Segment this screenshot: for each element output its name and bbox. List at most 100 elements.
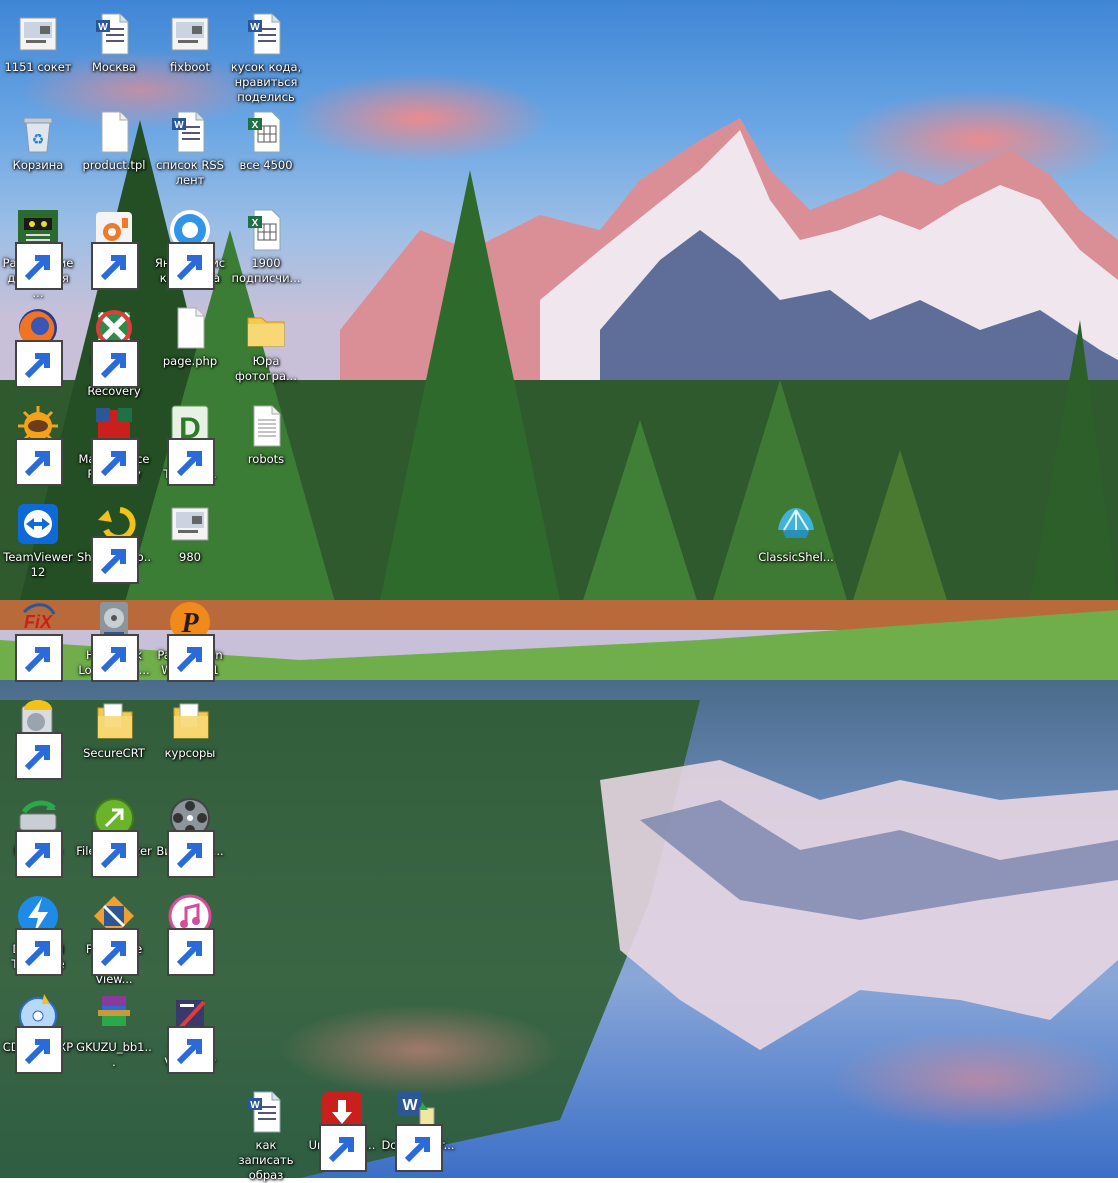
ummy-icon	[318, 1088, 367, 1172]
winrar-icon	[90, 990, 138, 1038]
shortcut-arrow-icon	[15, 634, 63, 682]
shortcut-arrow-icon	[167, 1026, 215, 1074]
desktop-icon-label: 1151 сокет	[4, 60, 72, 74]
desktop-icon[interactable]: Wсписок RSS лент	[152, 108, 228, 188]
shortcut-arrow-icon	[167, 830, 215, 878]
desktop-icon[interactable]: FastStone Image View...	[76, 892, 152, 987]
desktop-icon-label: 980	[179, 550, 201, 564]
desktop-icon[interactable]: курсоры	[152, 696, 228, 761]
desktop-icon[interactable]: W Москва	[76, 10, 152, 75]
desktop-icon-label: page.php	[162, 354, 218, 368]
itunes-icon	[166, 892, 215, 976]
desktop-icon[interactable]: SecureCRT	[76, 696, 152, 761]
shortcut-arrow-icon	[91, 928, 139, 976]
yandex-disk-icon	[166, 206, 215, 290]
desktop-icon[interactable]: Юра фотогра...	[228, 304, 304, 384]
desktop-icon[interactable]: oCam	[76, 206, 152, 290]
desktop-icon-label: 1900 подписчи...	[231, 256, 301, 285]
desktop-icon[interactable]: fixboot	[152, 10, 228, 75]
shortcut-arrow-icon	[15, 242, 63, 290]
desktop-icon[interactable]: TeamViewer 12	[0, 500, 76, 580]
desktop-icon[interactable]: DDWG TrueVie...	[152, 402, 228, 486]
shortcut-arrow-icon	[167, 242, 215, 290]
desktop-icon[interactable]: Xвсе 4500	[228, 108, 304, 173]
desktop-icon[interactable]: GKUZU_bb1...	[76, 990, 152, 1070]
desktop-icon-label: GKUZU_bb1...	[76, 1040, 152, 1069]
daemon-tools-icon	[14, 892, 63, 976]
desktop-icon[interactable]: Recuva	[0, 696, 76, 780]
desktop-icon-label: TeamViewer 12	[3, 550, 73, 579]
desktop-icon[interactable]: FiXUsbFix	[0, 598, 76, 682]
svg-text:W: W	[402, 1097, 418, 1114]
word-doc-icon: W	[90, 10, 138, 58]
dwg-icon: D	[166, 402, 215, 486]
hetman-excel-icon	[90, 304, 139, 388]
desktop-icon[interactable]: FileOptimizer	[76, 794, 152, 878]
desktop-icon[interactable]: product.tpl	[76, 108, 152, 173]
pascal-coin-icon: P	[166, 598, 215, 682]
svg-text:W: W	[174, 120, 184, 131]
desktop-icon-label: fixboot	[170, 60, 210, 74]
desktop-icon[interactable]: 980	[152, 500, 228, 565]
shortcut-arrow-icon	[91, 340, 139, 388]
shortcut-arrow-icon	[15, 1026, 63, 1074]
docconverter-icon: W	[394, 1088, 443, 1172]
desktop-icon[interactable]: WDocConver...	[380, 1088, 456, 1172]
desktop-icon[interactable]: Magic Office Recovery	[76, 402, 152, 486]
shortcut-arrow-icon	[91, 830, 139, 878]
svg-text:FiX: FiX	[24, 612, 53, 632]
svg-text:♻: ♻	[32, 132, 45, 148]
shadow-explorer-icon	[90, 500, 139, 584]
desktop-icon[interactable]: X 1900 подписчи...	[228, 206, 304, 286]
recuva-icon	[14, 696, 63, 780]
shortcut-arrow-icon	[91, 536, 139, 584]
desktop-icon[interactable]: Mozilla Firefox	[0, 304, 76, 388]
desktop-icon-label: Юра фотогра...	[235, 354, 297, 383]
desktop-icon[interactable]: Wкак записать образ	[228, 1088, 304, 1183]
recycle-bin-icon: ♻	[14, 108, 62, 156]
desktop-icon[interactable]: UmmyVid...	[304, 1088, 380, 1172]
cdburner-icon	[14, 990, 63, 1074]
desktop-icon[interactable]: MailList Validator	[152, 990, 228, 1074]
r-studio-icon	[14, 794, 63, 878]
desktop-icon-label: Москва	[91, 60, 137, 74]
shortcut-arrow-icon	[15, 732, 63, 780]
desktop-icon[interactable]: DAEMON Tools Lite	[0, 892, 76, 976]
desktop-icon[interactable]: PPascal Coin Wallet 2.1	[152, 598, 228, 682]
desktop-icon[interactable]: ВидеоМО...	[152, 794, 228, 878]
shortcut-arrow-icon	[91, 634, 139, 682]
folder-icon	[242, 304, 290, 352]
image-thumb-icon	[166, 500, 214, 548]
folder-doc-icon	[90, 696, 138, 744]
maillist-icon	[166, 990, 215, 1074]
magic-office-icon	[90, 402, 139, 486]
desktop-icon[interactable]: Wкусок кода, нравиться поделись	[228, 10, 304, 105]
desktop-icon[interactable]: Hetman Excel Recovery	[76, 304, 152, 399]
desktop-icon-label: как записать образ	[238, 1138, 294, 1182]
desktop-icon[interactable]: ClassicShel...	[758, 500, 834, 565]
desktop-icon[interactable]: Расписание движения ...	[0, 206, 76, 301]
desktop-icon[interactable]: robots	[228, 402, 304, 467]
svg-text:X: X	[252, 218, 259, 229]
desktop-icon[interactable]: XnView	[0, 402, 76, 486]
desktop-icon[interactable]: CDBurnerXP	[0, 990, 76, 1074]
desktop-icon-label: SecureCRT	[83, 746, 145, 760]
word-doc-icon: W	[242, 1088, 290, 1136]
shortcut-arrow-icon	[91, 242, 139, 290]
desktop-icon[interactable]: Hard Disk Low Level ...	[76, 598, 152, 682]
desktop-icon[interactable]: ShadowExp...	[76, 500, 152, 584]
desktop-icon[interactable]: Яндекс.Диск 2.0 бета	[152, 206, 228, 290]
desktop-icon[interactable]: R-Studio	[0, 794, 76, 878]
hard-disk-icon	[90, 598, 139, 682]
shortcut-arrow-icon	[15, 340, 63, 388]
desktop-icon[interactable]: ♻ Корзина	[0, 108, 76, 173]
desktop-icon-label: кусок кода, нравиться поделись	[230, 60, 302, 104]
desktop-icon[interactable]: 1151 сокет	[0, 10, 76, 75]
desktop-icon-label: курсоры	[164, 746, 216, 760]
word-doc-icon: W	[166, 108, 214, 156]
teamviewer-icon	[14, 500, 62, 548]
desktop-icon[interactable]: page.php	[152, 304, 228, 369]
desktop-icon[interactable]: iTunes	[152, 892, 228, 976]
desktop-icon-label: product.tpl	[82, 158, 146, 172]
schedule-app-icon	[14, 206, 63, 290]
